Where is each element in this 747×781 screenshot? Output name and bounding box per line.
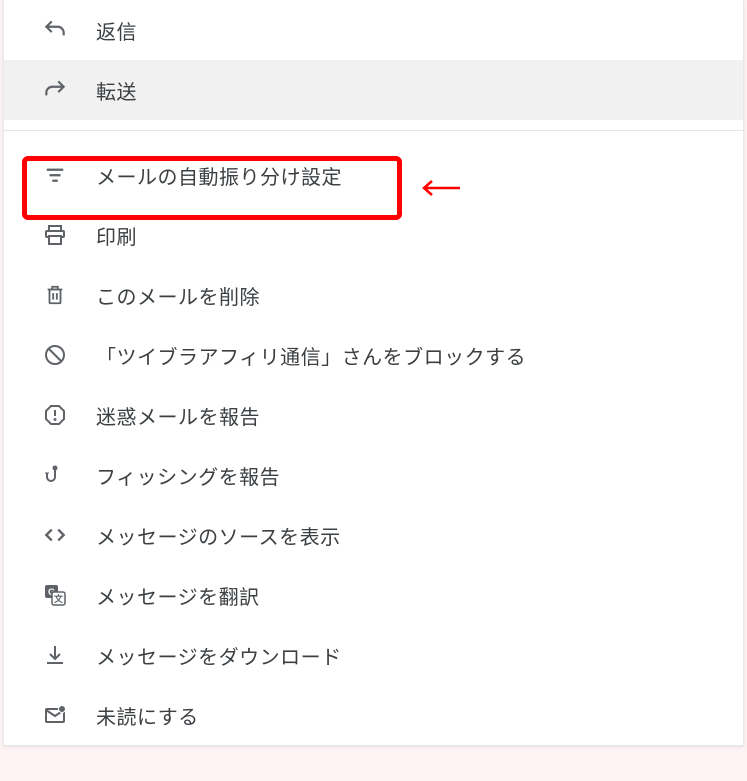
menu-item-label: 迷惑メールを報告 (96, 401, 260, 430)
menu-item-label: メッセージのソースを表示 (96, 521, 341, 550)
report-spam-icon (42, 402, 68, 428)
menu-item-filter[interactable]: メールの自動振り分け設定 (4, 145, 743, 205)
menu-item-label: 転送 (96, 76, 137, 105)
mark-unread-icon (42, 702, 68, 728)
menu-item-delete[interactable]: このメールを削除 (4, 265, 743, 325)
filter-icon (42, 162, 68, 188)
menu-item-block[interactable]: 「ツイブラアフィリ通信」さんをブロックする (4, 325, 743, 385)
menu-item-reply[interactable]: 返信 (4, 0, 743, 60)
reply-icon (42, 17, 68, 43)
download-icon (42, 642, 68, 668)
menu-separator (4, 130, 743, 131)
menu-item-forward[interactable]: 転送 (4, 60, 743, 120)
menu-item-label: メールの自動振り分け設定 (96, 161, 342, 190)
menu-item-show-original[interactable]: メッセージのソースを表示 (4, 505, 743, 565)
menu-item-label: 印刷 (96, 221, 137, 250)
menu-item-report-phishing[interactable]: フィッシングを報告 (4, 445, 743, 505)
code-icon (42, 522, 68, 548)
menu-item-label: 未読にする (96, 701, 199, 730)
svg-text:文: 文 (53, 593, 64, 604)
print-icon (42, 222, 68, 248)
menu-item-label: メッセージを翻訳 (96, 581, 260, 610)
menu-item-label: 「ツイブラアフィリ通信」さんをブロックする (96, 341, 526, 370)
block-icon (42, 342, 68, 368)
menu-item-download[interactable]: メッセージをダウンロード (4, 625, 743, 685)
menu-item-label: 返信 (96, 16, 137, 45)
menu-item-label: このメールを削除 (96, 281, 260, 310)
forward-icon (42, 77, 68, 103)
phishing-icon (42, 462, 68, 488)
menu-item-mark-unread[interactable]: 未読にする (4, 685, 743, 745)
context-menu: 返信 転送 メールの自動振り分け設定 (3, 0, 744, 746)
delete-icon (42, 282, 68, 308)
translate-icon: G 文 (42, 582, 68, 608)
menu-item-translate[interactable]: G 文 メッセージを翻訳 (4, 565, 743, 625)
annotation-arrow-icon (418, 176, 462, 200)
menu-item-print[interactable]: 印刷 (4, 205, 743, 265)
menu-item-report-spam[interactable]: 迷惑メールを報告 (4, 385, 743, 445)
menu-item-label: メッセージをダウンロード (96, 641, 342, 670)
menu-item-label: フィッシングを報告 (96, 461, 280, 490)
